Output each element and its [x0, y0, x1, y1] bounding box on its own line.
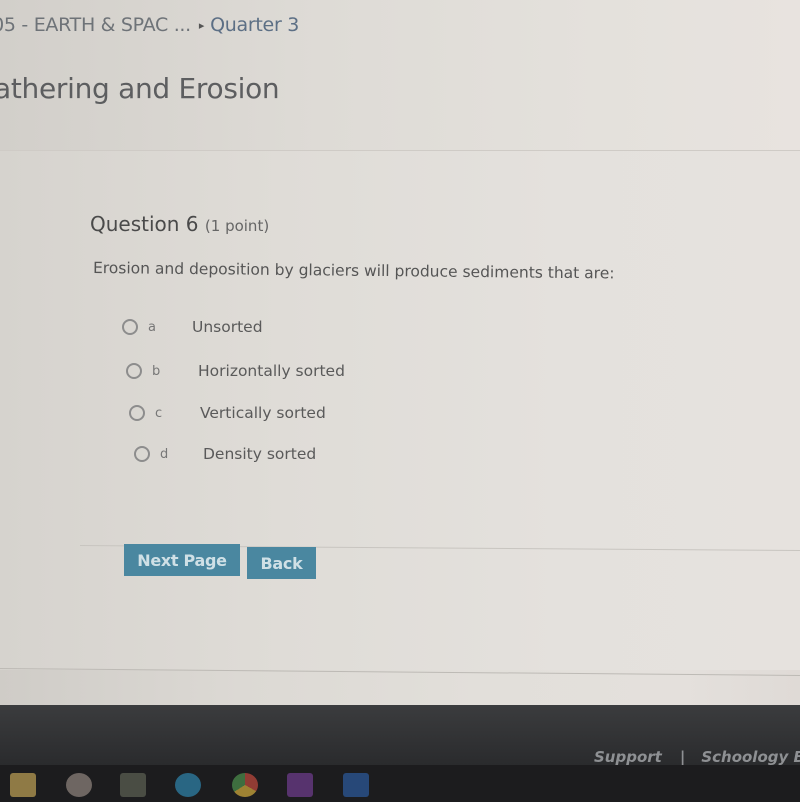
- radio-button-b[interactable]: [126, 363, 142, 379]
- option-letter: a: [148, 319, 156, 335]
- answer-option-c[interactable]: c Vertically sorted: [129, 404, 326, 422]
- app-icon[interactable]: [66, 773, 92, 797]
- back-button[interactable]: Back: [247, 547, 316, 579]
- page-title: athering and Erosion: [0, 72, 280, 105]
- support-link[interactable]: Support: [594, 748, 662, 766]
- file-explorer-icon[interactable]: [10, 773, 36, 797]
- option-letter: c: [155, 405, 163, 421]
- footer-links: Support | Schoology B: [594, 748, 800, 766]
- option-text: Vertically sorted: [200, 404, 326, 422]
- option-letter: d: [160, 446, 169, 462]
- app-icon-2[interactable]: [120, 773, 146, 797]
- option-text: Unsorted: [192, 318, 263, 336]
- footer-separator: |: [679, 748, 686, 766]
- onenote-icon[interactable]: [287, 773, 313, 797]
- option-text: Density sorted: [203, 445, 317, 463]
- question-heading: Question 6 (1 point): [90, 212, 269, 236]
- radio-button-d[interactable]: [134, 446, 150, 462]
- question-points: (1 point): [204, 217, 270, 235]
- radio-button-c[interactable]: [129, 405, 145, 421]
- next-page-button[interactable]: Next Page: [124, 544, 240, 576]
- breadcrumb-arrow-icon: ▸: [198, 18, 205, 32]
- answer-option-b[interactable]: b Horizontally sorted: [126, 362, 345, 380]
- word-icon[interactable]: [343, 773, 369, 797]
- radio-button-a[interactable]: [122, 319, 138, 335]
- edge-icon[interactable]: [175, 773, 201, 797]
- question-number: Question 6: [90, 212, 199, 236]
- chrome-icon[interactable]: [232, 773, 258, 797]
- breadcrumb: /05 - EARTH & SPAC ... ▸ Quarter 3: [0, 14, 299, 36]
- answer-option-d[interactable]: d Density sorted: [134, 445, 316, 463]
- schoology-blog-link[interactable]: Schoology B: [701, 748, 800, 766]
- option-text: Horizontally sorted: [198, 362, 345, 380]
- breadcrumb-course-link[interactable]: /05 - EARTH & SPAC ...: [0, 14, 191, 36]
- option-letter: b: [152, 363, 161, 379]
- answer-option-a[interactable]: a Unsorted: [122, 318, 263, 336]
- breadcrumb-quarter-link[interactable]: Quarter 3: [210, 14, 299, 36]
